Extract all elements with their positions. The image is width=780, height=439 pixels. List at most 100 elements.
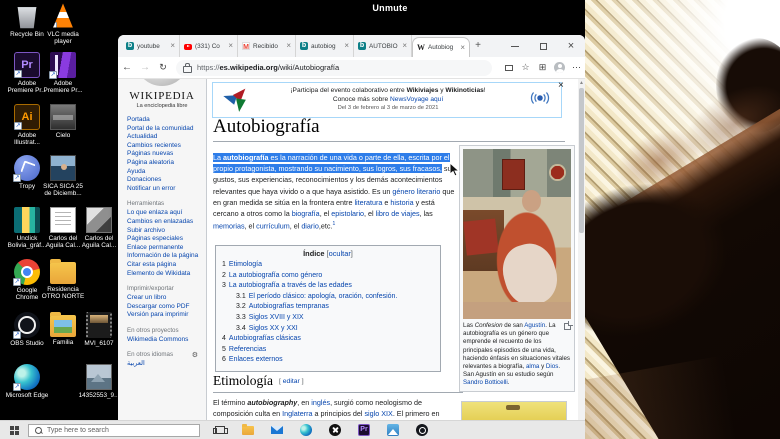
wikipedia-globe-logo[interactable] bbox=[135, 79, 189, 86]
wiki-link[interactable]: epistolario bbox=[331, 209, 364, 218]
tab-close-icon[interactable]: × bbox=[402, 42, 407, 50]
toc-item[interactable]: 3La autobiografía a través de las edades bbox=[222, 281, 434, 292]
toc-link[interactable]: La autobiografía a través de las edades bbox=[229, 282, 352, 289]
browser-tab[interactable]: Autobiog× bbox=[412, 37, 470, 57]
sidebar-link[interactable]: Notificar un error bbox=[127, 185, 202, 194]
address-bar[interactable]: https://es.wikipedia.org/wiki/Autobiogra… bbox=[176, 60, 492, 76]
sidebar-link[interactable]: Lo que enlaza aquí bbox=[127, 209, 202, 218]
wiki-link[interactable]: currículum bbox=[256, 222, 290, 231]
toc-link[interactable]: La autobiografía como género bbox=[229, 272, 322, 279]
sidebar-link[interactable]: Información de la página bbox=[127, 252, 202, 261]
desktop-icon[interactable]: 14352553_9... bbox=[77, 364, 121, 399]
image-expand-icon[interactable] bbox=[564, 323, 571, 330]
xbox-taskbar-icon[interactable] bbox=[329, 424, 341, 436]
sidebar-link[interactable]: Crear un libro bbox=[127, 294, 202, 303]
wiki-link[interactable]: Dios bbox=[546, 363, 558, 370]
sidebar-link[interactable]: Enlace permanente bbox=[127, 244, 202, 253]
minimize-button[interactable] bbox=[501, 35, 529, 57]
sidebar-link[interactable]: Cambios en enlazadas bbox=[127, 218, 202, 227]
wiki-link[interactable]: inglés bbox=[311, 398, 330, 407]
back-button[interactable] bbox=[118, 62, 136, 73]
sidebar-link[interactable]: Actualidad bbox=[127, 133, 202, 142]
toc-link[interactable]: Autobiografías tempranas bbox=[249, 303, 329, 310]
sidebar-link[interactable]: Subir archivo bbox=[127, 227, 202, 236]
profile-avatar[interactable] bbox=[554, 62, 565, 73]
toc-link[interactable]: Siglos XVIII y XIX bbox=[249, 314, 304, 321]
tab-close-icon[interactable]: × bbox=[344, 42, 349, 50]
browser-tab[interactable]: AUTOBIO× bbox=[354, 35, 412, 57]
toc-link[interactable]: Enlaces externos bbox=[229, 356, 283, 363]
reload-button[interactable] bbox=[154, 62, 172, 73]
toc-link[interactable]: Etimología bbox=[229, 261, 262, 268]
sidebar-link[interactable]: Descargar como PDF bbox=[127, 303, 202, 312]
tab-close-icon[interactable]: × bbox=[460, 44, 465, 52]
unmute-button[interactable]: Unmute bbox=[300, 3, 480, 13]
wikipedia-wordmark[interactable]: WIKIPEDIA bbox=[118, 90, 206, 102]
sidebar-link[interactable]: Páginas nuevas bbox=[127, 150, 202, 159]
sidebar-link[interactable]: Elemento de Wikidata bbox=[127, 270, 202, 279]
toc-link[interactable]: Referencias bbox=[229, 346, 266, 353]
wiki-link[interactable]: libro de viajes bbox=[376, 209, 420, 218]
sidebar-link[interactable]: Versión para imprimir bbox=[127, 311, 202, 320]
sidebar-link[interactable]: Ayuda bbox=[127, 168, 202, 177]
desktop-icon[interactable]: VLC media player bbox=[41, 3, 85, 45]
tab-close-icon[interactable]: × bbox=[286, 42, 291, 50]
taskview-taskbar-icon[interactable] bbox=[215, 426, 225, 434]
desktop-icon[interactable]: Carlos del Aguila Cal... bbox=[77, 207, 121, 249]
toc-item[interactable]: 3.4Siglos XX y XXI bbox=[222, 324, 434, 335]
wiki-link[interactable]: NewsVoyage aquí bbox=[390, 96, 443, 103]
toc-hide-link[interactable]: ocultar bbox=[329, 249, 351, 258]
sidebar-link[interactable]: Portada bbox=[127, 116, 202, 125]
start-button[interactable] bbox=[0, 426, 28, 435]
desktop-icon[interactable]: Microsoft Edge bbox=[5, 364, 49, 399]
wiki-link[interactable]: historia bbox=[390, 198, 413, 207]
toc-item[interactable]: 2La autobiografía como género bbox=[222, 271, 434, 282]
sidebar-link[interactable]: Páginas especiales bbox=[127, 235, 202, 244]
sidebar-link[interactable]: Página aleatoria bbox=[127, 159, 202, 168]
toc-item[interactable]: 5Referencias bbox=[222, 345, 434, 356]
sidebar-link[interactable]: Cambios recientes bbox=[127, 142, 202, 151]
desktop-icon[interactable]: Cielo bbox=[41, 104, 85, 139]
wiki-link[interactable]: literatura bbox=[354, 198, 382, 207]
favorites-star-icon[interactable] bbox=[517, 62, 534, 73]
sidebar-link[interactable]: العربية bbox=[127, 360, 202, 369]
wiki-link[interactable]: siglo XIX bbox=[364, 409, 392, 418]
edge-taskbar-icon[interactable] bbox=[300, 424, 312, 436]
browser-tab[interactable]: (331) Co× bbox=[180, 35, 238, 57]
mail-taskbar-icon[interactable] bbox=[271, 426, 283, 434]
toc-link[interactable]: Siglos XX y XXI bbox=[249, 325, 298, 332]
scroll-up-arrow-icon[interactable] bbox=[578, 79, 585, 87]
toc-link[interactable]: El período clásico: apología, oración, c… bbox=[249, 293, 398, 300]
explorer-taskbar-icon[interactable] bbox=[242, 426, 254, 435]
wiki-link[interactable]: Sandro Botticelli bbox=[463, 379, 508, 386]
wiki-link[interactable]: biografía bbox=[292, 209, 320, 218]
toc-item[interactable]: 3.2Autobiografías tempranas bbox=[222, 302, 434, 313]
sidebar-link[interactable]: Wikimedia Commons bbox=[127, 336, 202, 345]
scrollbar-thumb[interactable] bbox=[579, 88, 584, 233]
collections-icon[interactable] bbox=[534, 62, 551, 73]
banner-close-icon[interactable]: × bbox=[558, 81, 564, 91]
toc-item[interactable]: 3.1El período clásico: apología, oración… bbox=[222, 292, 434, 303]
wiki-link[interactable]: memorias bbox=[213, 222, 245, 231]
browser-tab[interactable]: autobiog× bbox=[296, 35, 354, 57]
settings-more-icon[interactable] bbox=[568, 62, 585, 73]
sidebar-link[interactable]: Portal de la comunidad bbox=[127, 125, 202, 134]
wiki-link[interactable]: diario bbox=[301, 222, 319, 231]
taskbar-search[interactable]: Type here to search bbox=[28, 424, 200, 437]
toc-link[interactable]: Autobiografías clásicas bbox=[229, 335, 301, 342]
desktop-icon[interactable]: Adobe Premiere Pr... bbox=[41, 52, 85, 94]
browser-tab[interactable]: Recibido× bbox=[238, 35, 296, 57]
site-banner[interactable]: ¡Participa del evento colaborativo entre… bbox=[212, 82, 562, 118]
desktop-icon[interactable]: Residencia OTRO NORTE bbox=[41, 259, 85, 300]
tab-close-icon[interactable]: × bbox=[228, 42, 233, 50]
wiki-link[interactable]: Agustín bbox=[524, 322, 545, 329]
sidebar-link[interactable]: Citar esta página bbox=[127, 261, 202, 270]
new-tab-button[interactable]: + bbox=[470, 35, 486, 57]
close-window-button[interactable] bbox=[557, 35, 585, 57]
page-scrollbar[interactable] bbox=[578, 79, 585, 420]
photos-taskbar-icon[interactable] bbox=[387, 424, 399, 436]
maximize-button[interactable] bbox=[529, 35, 557, 57]
toc-item[interactable]: 4Autobiografías clásicas bbox=[222, 334, 434, 345]
browser-tab[interactable]: youtube× bbox=[122, 35, 180, 57]
toc-item[interactable]: 6Enlaces externos bbox=[222, 355, 434, 366]
